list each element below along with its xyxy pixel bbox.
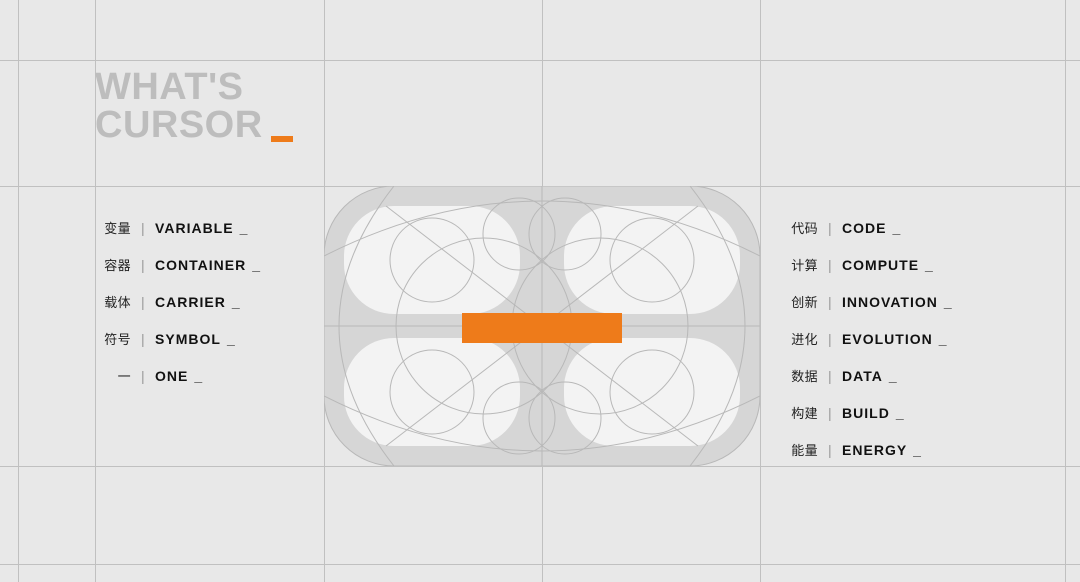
word-english: CODE <box>842 220 886 236</box>
separator-icon: | <box>828 257 832 273</box>
word-row: 进化 | EVOLUTION _ <box>782 329 954 348</box>
word-chinese: 计算 <box>782 255 818 274</box>
word-chinese: 代码 <box>782 218 818 237</box>
word-english: VARIABLE <box>155 220 234 236</box>
underscore-icon: _ <box>194 368 204 384</box>
word-english: EVOLUTION <box>842 331 933 347</box>
word-chinese: 数据 <box>782 366 818 385</box>
word-english: DATA <box>842 368 883 384</box>
word-english: SYMBOL <box>155 331 221 347</box>
word-english: COMPUTE <box>842 257 919 273</box>
word-row: 计算 | COMPUTE _ <box>782 255 954 274</box>
gridline-horizontal <box>0 564 1080 565</box>
page-title: WHAT'S CURSOR <box>95 68 293 144</box>
word-row: 数据 | DATA _ <box>782 366 954 385</box>
word-row: 构建 | BUILD _ <box>782 403 954 422</box>
underscore-icon: _ <box>252 257 262 273</box>
word-english: CONTAINER <box>155 257 246 273</box>
underscore-icon: _ <box>889 368 899 384</box>
gridline-vertical <box>760 0 761 582</box>
word-list-left: 变量 | VARIABLE _ 容器 | CONTAINER _ 载体 | CARRIER _ 符号 | S… <box>95 218 262 385</box>
separator-icon: | <box>828 405 832 421</box>
word-row: 一 | ONE _ <box>95 366 262 385</box>
title-line-2: CURSOR <box>95 106 293 144</box>
gridline-horizontal <box>0 466 1080 467</box>
geometric-figure <box>324 186 760 466</box>
gridline-horizontal <box>0 60 1080 61</box>
word-english: ENERGY <box>842 442 907 458</box>
underscore-icon: _ <box>944 294 954 310</box>
gridline-vertical <box>1065 0 1066 582</box>
separator-icon: | <box>141 257 145 273</box>
separator-icon: | <box>828 331 832 347</box>
underscore-icon: _ <box>232 294 242 310</box>
word-chinese: 载体 <box>95 292 131 311</box>
word-chinese: 构建 <box>782 403 818 422</box>
separator-icon: | <box>141 368 145 384</box>
word-chinese: 一 <box>95 366 131 385</box>
word-row: 代码 | CODE _ <box>782 218 954 237</box>
separator-icon: | <box>828 220 832 236</box>
separator-icon: | <box>141 331 145 347</box>
cursor-icon <box>271 136 293 142</box>
word-row: 容器 | CONTAINER _ <box>95 255 262 274</box>
word-english: ONE <box>155 368 188 384</box>
title-text-2: CURSOR <box>95 106 263 144</box>
underscore-icon: _ <box>896 405 906 421</box>
word-chinese: 符号 <box>95 329 131 348</box>
word-english: BUILD <box>842 405 890 421</box>
separator-icon: | <box>828 368 832 384</box>
word-chinese: 容器 <box>95 255 131 274</box>
word-row: 载体 | CARRIER _ <box>95 292 262 311</box>
separator-icon: | <box>141 294 145 310</box>
cursor-bar <box>462 313 622 343</box>
word-chinese: 能量 <box>782 440 818 459</box>
underscore-icon: _ <box>925 257 935 273</box>
separator-icon: | <box>828 294 832 310</box>
underscore-icon: _ <box>913 442 923 458</box>
gridline-vertical <box>18 0 19 582</box>
word-row: 变量 | VARIABLE _ <box>95 218 262 237</box>
word-row: 符号 | SYMBOL _ <box>95 329 262 348</box>
underscore-icon: _ <box>893 220 903 236</box>
underscore-icon: _ <box>939 331 949 347</box>
word-row: 能量 | ENERGY _ <box>782 440 954 459</box>
word-chinese: 变量 <box>95 218 131 237</box>
word-english: CARRIER <box>155 294 226 310</box>
word-row: 创新 | INNOVATION _ <box>782 292 954 311</box>
underscore-icon: _ <box>240 220 250 236</box>
title-text-1: WHAT'S <box>95 68 244 106</box>
separator-icon: | <box>141 220 145 236</box>
underscore-icon: _ <box>227 331 237 347</box>
separator-icon: | <box>828 442 832 458</box>
word-list-right: 代码 | CODE _ 计算 | COMPUTE _ 创新 | INNOVATION _ 进化 | EVOL… <box>782 218 954 459</box>
word-chinese: 创新 <box>782 292 818 311</box>
title-line-1: WHAT'S <box>95 68 293 106</box>
word-chinese: 进化 <box>782 329 818 348</box>
word-english: INNOVATION <box>842 294 938 310</box>
